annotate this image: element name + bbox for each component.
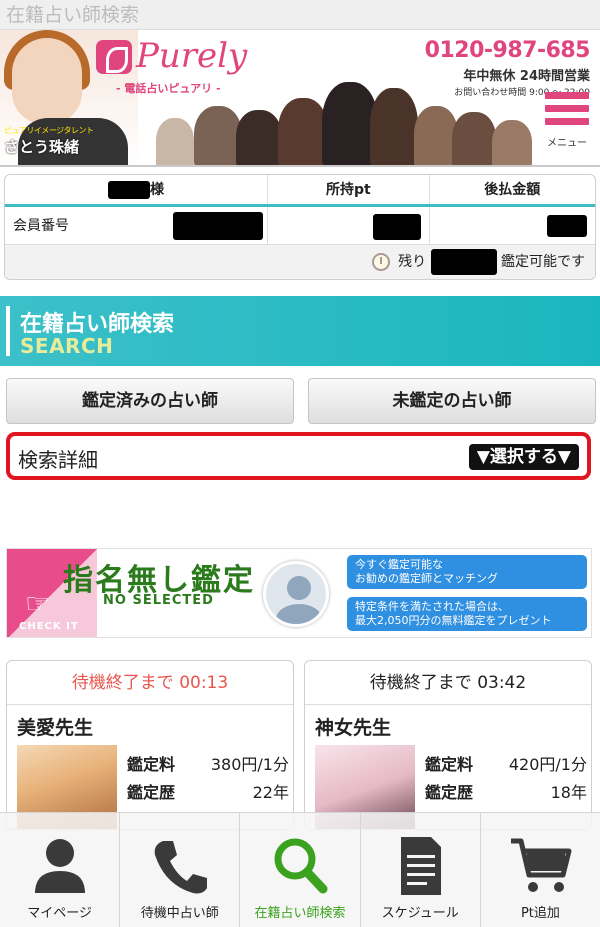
appraised-teachers-button[interactable]: 鑑定済みの占い師 [6,378,294,424]
points-header: 所持pt [268,175,430,204]
points-cell [268,207,430,244]
talent-caption: ピュアリイメージタレント さとう珠緒 [4,125,134,157]
tab-label: スケジュール [381,906,459,921]
experience-row: 鑑定歴 18年 [425,783,587,802]
clock-icon [371,253,390,271]
tab-mypage[interactable]: マイページ [0,813,121,927]
remaining-time: 残り 鑑定可能です [5,245,595,279]
search-icon [274,838,328,894]
talent-name: さとう珠緒 [4,138,80,156]
phone-contact[interactable]: 0120-987-685 年中無休 24時間営業 お問い合わせ時間 9:00 ～… [425,38,591,98]
pointing-hand-icon: ☞ [25,587,51,620]
teacher-name[interactable]: 美愛先生 [17,713,93,740]
fortune-teller-card[interactable]: 待機終了まで 03:42 神女先生 鑑定料 420円/1分 鑑定歴 18年 [304,660,592,830]
experience-row: 鑑定歴 22年 [127,783,289,802]
talent-subtitle: ピュアリイメージタレント [4,126,94,135]
teacher-name[interactable]: 神女先生 [315,713,391,740]
select-dropdown-button[interactable]: ▼選択する▼ [468,444,579,470]
search-detail-label: 検索詳細 [18,448,98,472]
tab-schedule[interactable]: スケジュール [361,813,481,927]
wait-countdown: 待機終了まで 03:42 [305,661,591,705]
default-avatar-icon [263,561,329,627]
tab-teacher-search[interactable]: 在籍占い師検索 [240,813,361,927]
fee-row: 鑑定料 380円/1分 [127,755,289,774]
phone-icon [154,841,207,894]
free-appraisal-pill: 特定条件を満たされた場合は、 最大2,050円分の無料鑑定をプレゼント [347,597,587,631]
tab-label: 在籍占い師検索 [254,906,346,921]
search-section-header: 在籍占い師検索 SEARCH [0,296,600,366]
fortune-teller-card[interactable]: 待機終了まで 00:13 美愛先生 鑑定料 380円/1分 鑑定歴 22年 [6,660,294,830]
no-selected-banner[interactable]: ☞ CHECK IT 指名無し鑑定 NO SELECTED 今すぐ鑑定可能な お… [6,548,592,638]
tab-label: 待機中占い師 [140,906,219,921]
redacted-deferred [547,215,587,237]
logo-mark-icon [96,40,132,74]
phone-number[interactable]: 0120-987-685 [425,38,591,63]
redacted-points [372,214,421,240]
member-number-label: 会員番号 [13,218,69,234]
tab-add-points[interactable]: Pt追加 [481,813,600,927]
deferred-header: 後払金額 [484,182,541,198]
matching-info-pill: 今すぐ鑑定可能な お勧めの鑑定師とマッチング [347,555,587,589]
page-title: 在籍占い師検索 [0,0,600,30]
member-info-box: 様 所持pt 後払金額 会員番号 残り 鑑定可能です [4,174,596,280]
wait-countdown: 待機終了まで 00:13 [7,661,293,705]
search-title-en: SEARCH [20,334,114,358]
redacted-member-number [173,212,263,240]
bottom-tab-bar: マイページ 待機中占い師 在籍占い師検索 スケジュール Pt追加 [0,812,600,927]
no-selected-subtitle: NO SELECTED [103,593,214,608]
document-icon [401,837,442,895]
person-icon [34,839,85,893]
cart-icon [511,838,572,892]
unappraised-teachers-button[interactable]: 未鑑定の占い師 [308,378,596,424]
tab-label: Pt追加 [520,906,560,921]
search-detail-row[interactable]: 検索詳細 ▼選択する▼ [6,432,591,480]
member-name-header: 様 [5,175,269,204]
tab-waiting-teachers[interactable]: 待機中占い師 [120,813,241,927]
member-number-cell: 会員番号 [5,207,269,244]
header-banner: ピュアリイメージタレント さとう珠緒 Purely - 電話占いピュアリ - 0… [0,30,600,167]
menu-label: メニュー [547,138,587,149]
tab-label: マイページ [27,906,92,921]
logo-word: Purely [136,36,248,76]
redacted-remaining [430,249,497,275]
redacted-name [108,181,151,199]
check-it-label: CHECK IT [19,621,79,632]
fee-row: 鑑定料 420円/1分 [425,755,587,774]
menu-button[interactable]: メニュー [542,92,592,162]
hamburger-icon [545,92,589,99]
deferred-cell [430,207,595,244]
business-hours: 年中無休 24時間営業 [463,69,590,84]
